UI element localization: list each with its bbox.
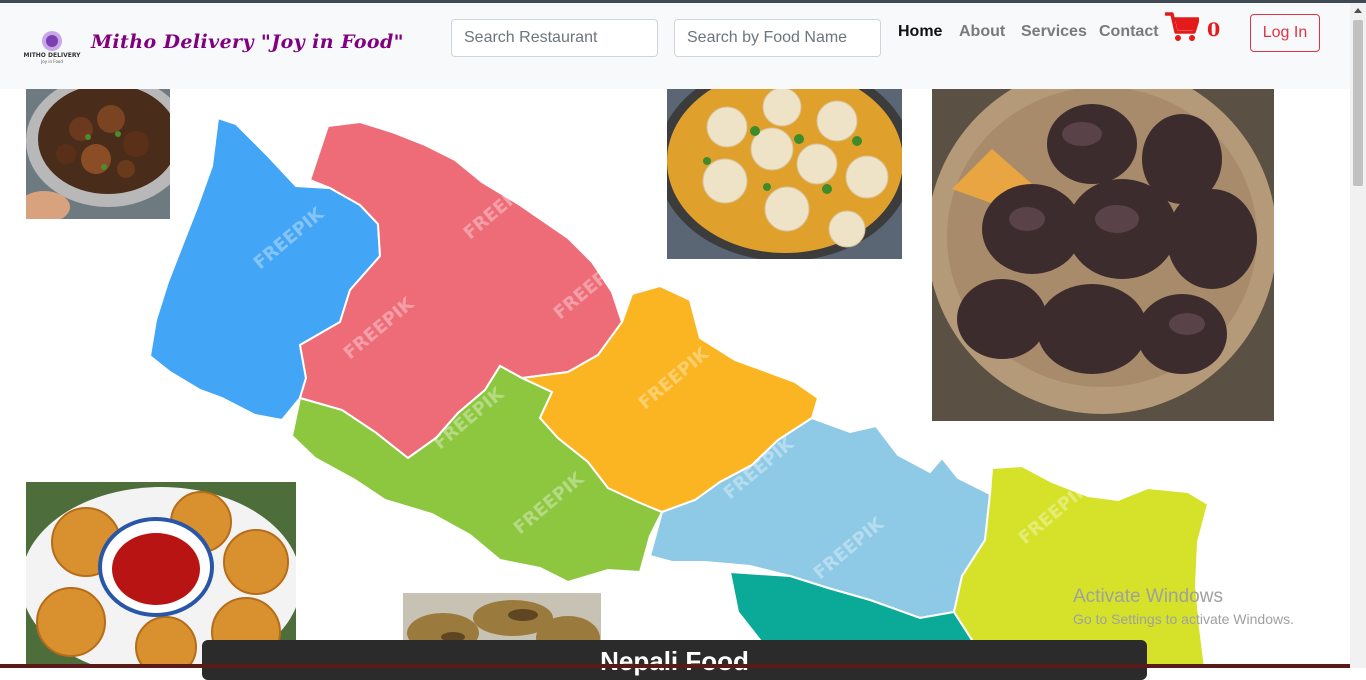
brand-title[interactable]: Mitho Delivery "Joy in Food"	[91, 31, 404, 53]
food-image-choila	[26, 89, 170, 219]
activation-subtitle: Go to Settings to activate Windows.	[1073, 611, 1294, 627]
food-image-sekuwa	[932, 89, 1274, 421]
cart-icon[interactable]	[1164, 11, 1200, 43]
nav-services-link[interactable]: Services	[1021, 23, 1087, 41]
scroll-up-arrow-icon[interactable]	[1354, 8, 1362, 13]
search-food-input[interactable]	[674, 19, 881, 57]
navbar: MITHO DELIVERY Joy in Food Mitho Deliver…	[0, 3, 1350, 89]
carousel-caption-text: Nepali Food	[600, 646, 749, 676]
nav-home-link[interactable]: Home	[898, 23, 942, 41]
nav-about-link[interactable]: About	[959, 23, 1005, 41]
food-image-momo	[667, 89, 902, 259]
logo[interactable]: MITHO DELIVERY Joy in Food	[22, 27, 82, 65]
login-button[interactable]: Log In	[1250, 14, 1320, 52]
search-restaurant-input[interactable]	[451, 19, 658, 57]
nav-contact-link[interactable]: Contact	[1099, 23, 1159, 41]
activation-title: Activate Windows	[1073, 586, 1223, 607]
cart-count: 0	[1207, 19, 1221, 41]
logo-tagline: Joy in Food	[40, 59, 63, 64]
windows-activation-watermark: Activate Windows Go to Settings to activ…	[1073, 586, 1294, 627]
page-scrollbar[interactable]	[1350, 3, 1366, 668]
carousel-caption: Nepali Food	[202, 640, 1147, 680]
logo-text: MITHO DELIVERY	[23, 52, 81, 59]
scrollbar-thumb[interactable]	[1353, 20, 1363, 186]
content-below-fold	[0, 664, 1350, 668]
